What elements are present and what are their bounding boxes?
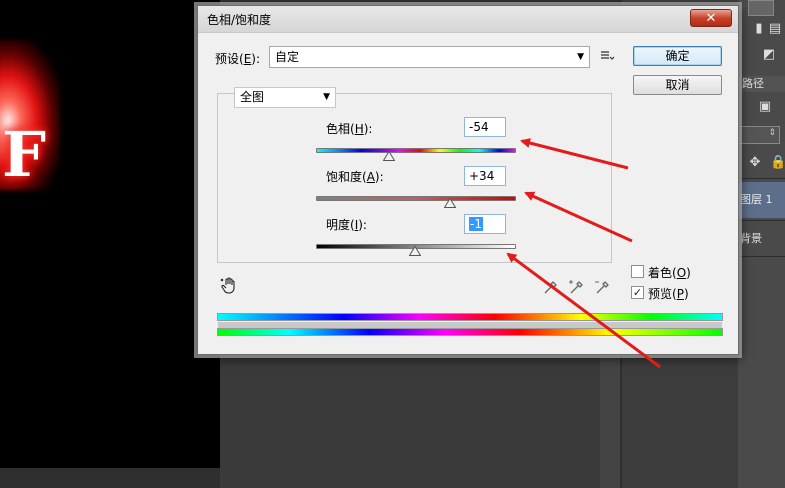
panel-divider (738, 178, 785, 179)
blend-mode-select[interactable]: ⇕ (738, 126, 780, 144)
close-button[interactable]: ✕ (690, 9, 732, 27)
lightness-slider-thumb[interactable] (409, 246, 421, 256)
preset-value: 自定 (275, 50, 300, 64)
saturation-slider-thumb[interactable] (444, 198, 456, 208)
preset-options-icon[interactable] (599, 48, 615, 64)
layer-name: 图层 1 (740, 193, 773, 206)
panel-curves-icon[interactable]: ◩ (762, 48, 776, 62)
close-icon: ✕ (705, 11, 717, 26)
chevron-down-icon: ▼ (577, 52, 584, 62)
eyedropper-icon[interactable] (542, 278, 560, 296)
hue-input[interactable]: -54 (464, 117, 506, 137)
blend-mode-arrow-icon: ⇕ (768, 128, 776, 138)
saturation-slider-track[interactable] (316, 196, 516, 201)
layer-name: 背景 (740, 232, 762, 245)
image-icon: ▣ (758, 99, 772, 114)
chevron-down-icon: ▼ (323, 92, 330, 102)
workspace-background (220, 355, 620, 488)
panel-grid-icon[interactable]: ▤ (768, 22, 782, 36)
hue-slider-track[interactable] (316, 148, 516, 153)
tab-paths[interactable]: 路径 (736, 76, 785, 92)
layer-row-1[interactable]: 图层 1 (738, 182, 785, 218)
adjustment-group (217, 93, 612, 263)
panel-button[interactable] (748, 0, 774, 16)
dialog-titlebar[interactable]: 色相/饱和度 ✕ (198, 6, 738, 33)
preview-checkbox[interactable]: ✓ (631, 286, 644, 299)
ok-button[interactable]: 确定 (633, 46, 722, 66)
fire-text-letter: F (2, 118, 47, 191)
workspace-scrollbar[interactable] (600, 355, 620, 488)
eyedropper-minus-icon[interactable] (594, 278, 612, 296)
saturation-label: 饱和度(A): (326, 170, 384, 184)
document-canvas[interactable]: F (0, 0, 220, 468)
targeted-adjustment-hand-icon[interactable] (220, 276, 240, 296)
output-color-bar (217, 328, 723, 336)
dialog-title: 色相/饱和度 (207, 13, 272, 27)
hue-saturation-dialog: 色相/饱和度 ✕ 预设(E): 自定 ▼ 确定 取消 全图 ▼ 色相(H): -… (197, 5, 739, 355)
lock-icon[interactable]: 🔒 (770, 156, 785, 170)
colorize-label[interactable]: 着色(O) (648, 264, 691, 281)
saturation-input[interactable]: +34 (464, 166, 506, 186)
channel-select[interactable]: 全图 ▼ (234, 87, 336, 108)
hue-slider-thumb[interactable] (383, 151, 395, 161)
colorize-checkbox[interactable] (631, 265, 644, 278)
preview-label[interactable]: 预览(P) (648, 285, 689, 302)
input-color-bar (217, 313, 723, 321)
layer-row-background[interactable]: 背景 (738, 226, 785, 252)
panel-swatch-icon[interactable]: ▮ (752, 22, 766, 36)
preset-select[interactable]: 自定 ▼ (269, 46, 590, 68)
preset-label: 预设(E): (215, 52, 261, 66)
move-icon[interactable]: ✥ (748, 156, 762, 170)
lightness-label: 明度(I): (326, 218, 367, 232)
cancel-button[interactable]: 取消 (633, 75, 722, 95)
lightness-input[interactable]: -1 (464, 214, 506, 234)
hue-label: 色相(H): (326, 122, 373, 136)
eyedropper-plus-icon[interactable] (568, 278, 586, 296)
panel-divider (738, 220, 785, 221)
panel-divider (738, 256, 785, 257)
channel-value: 全图 (240, 90, 265, 104)
